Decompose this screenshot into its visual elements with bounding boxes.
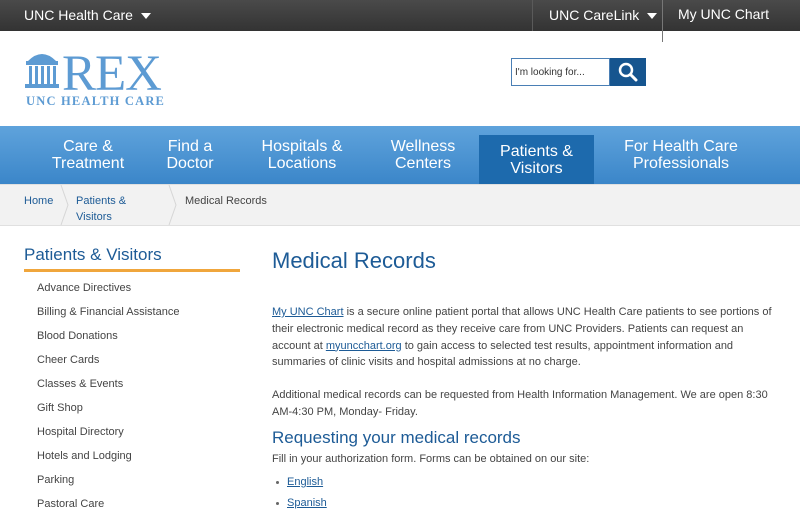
breadcrumb-separator [168, 185, 177, 226]
search-input[interactable] [511, 58, 610, 86]
nav-patients-visitors[interactable]: Patients & Visitors [479, 135, 594, 184]
my-unc-chart-link[interactable]: My UNC Chart [662, 0, 800, 42]
nav-label: Find a Doctor [166, 138, 214, 172]
logo-subtitle: UNC HEALTH CARE [26, 94, 166, 108]
divider [532, 0, 533, 31]
sidebar-item[interactable]: Cheer Cards [37, 351, 179, 375]
rex-logo[interactable]: REX UNC HEALTH CARE [24, 46, 194, 109]
breadcrumb-current: Medical Records [185, 195, 267, 207]
chevron-down-icon [140, 13, 151, 19]
search-button[interactable] [610, 58, 646, 86]
breadcrumb-separator [60, 185, 69, 226]
bullet-icon [276, 501, 279, 505]
breadcrumb: Home Patients & Visitors Medical Records [0, 184, 800, 226]
unc-health-care-label: UNC Health Care [24, 7, 133, 23]
list-item: Spanish [276, 495, 327, 512]
building-dome-icon [25, 54, 59, 88]
nav-care-treatment[interactable]: Care & Treatment [42, 126, 134, 184]
sidebar-item[interactable]: Hospital Directory [37, 423, 179, 447]
section-text: Fill in your authorization form. Forms c… [272, 453, 590, 465]
list-item: English [276, 474, 327, 495]
nav-find-a-doctor[interactable]: Find a Doctor [150, 126, 230, 184]
sidebar-item[interactable]: Parking [37, 471, 179, 495]
breadcrumb-home[interactable]: Home [24, 193, 53, 209]
intro-paragraph: My UNC Chart is a secure online patient … [272, 304, 782, 371]
spanish-form-link[interactable]: Spanish [287, 497, 327, 509]
my-unc-chart-label: My UNC Chart [678, 6, 770, 22]
unc-carelink-menu[interactable]: UNC CareLink [549, 0, 658, 31]
sidebar-item[interactable]: Classes & Events [37, 375, 179, 399]
sidebar-item[interactable]: Hotels and Lodging [37, 447, 179, 471]
breadcrumb-patients-visitors[interactable]: Patients & Visitors [76, 193, 146, 225]
sidebar-item[interactable]: Gift Shop [37, 399, 179, 423]
nav-label: Hospitals & Locations [261, 138, 343, 172]
nav-label: Patients & Visitors [500, 142, 573, 177]
nav-wellness-centers[interactable]: Wellness Centers [378, 126, 468, 184]
my-unc-chart-inline-link[interactable]: My UNC Chart [272, 306, 344, 318]
sidebar-item[interactable]: Pastoral Care [37, 495, 179, 512]
english-form-link[interactable]: English [287, 476, 323, 488]
search-icon [618, 62, 638, 82]
bullet-icon [276, 480, 279, 484]
myuncchart-org-link[interactable]: myuncchart.org [326, 340, 402, 352]
sidebar-title-underline [24, 269, 240, 272]
nav-hospitals-locations[interactable]: Hospitals & Locations [252, 126, 352, 184]
sidebar-item[interactable]: Advance Directives [37, 279, 179, 303]
sidebar-nav: Advance Directives Billing & Financial A… [37, 279, 179, 512]
additional-records-paragraph: Additional medical records can be reques… [272, 389, 768, 418]
site-search [511, 58, 646, 86]
sidebar-item[interactable]: Blood Donations [37, 327, 179, 351]
form-links-list: English Spanish [276, 474, 327, 512]
nav-label: Wellness Centers [390, 138, 456, 172]
page-title: Medical Records [272, 248, 436, 273]
nav-health-care-professionals[interactable]: For Health Care Professionals [612, 126, 750, 184]
sidebar-item[interactable]: Billing & Financial Assistance [37, 303, 179, 327]
nav-label: Care & Treatment [51, 138, 125, 172]
sidebar-title: Patients & Visitors [24, 245, 162, 264]
nav-label: For Health Care Professionals [624, 138, 738, 172]
unc-health-care-menu[interactable]: UNC Health Care [24, 0, 151, 31]
section-heading: Requesting your medical records [272, 428, 521, 447]
chevron-down-icon [647, 13, 658, 19]
main-navigation: Care & Treatment Find a Doctor Hospitals… [0, 126, 800, 184]
unc-carelink-label: UNC CareLink [549, 7, 640, 23]
